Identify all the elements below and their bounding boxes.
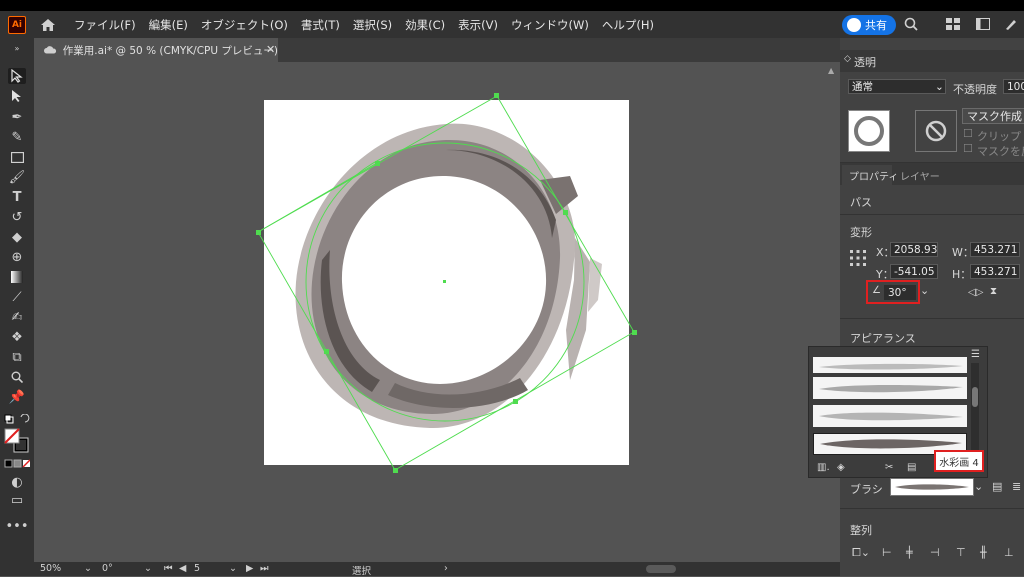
popup-menu-icon[interactable]: ☰ (971, 349, 980, 360)
artwork-canvas[interactable] (0, 0, 840, 576)
align-left-icon[interactable]: ⊢ (882, 546, 892, 559)
vertical-scrollbar[interactable]: ▲ (825, 64, 840, 562)
pen-workspace-icon[interactable] (1004, 18, 1018, 30)
align-vertical-center-icon[interactable]: ╫ (980, 546, 987, 559)
flip-vertical-icon[interactable]: ⧗ (990, 286, 997, 297)
scroll-up-icon[interactable]: ▲ (828, 66, 834, 75)
align-right-icon[interactable]: ⊣ (930, 546, 940, 559)
clip-checkbox[interactable]: ☐ (963, 127, 973, 140)
rotation-value[interactable]: 0° (102, 563, 113, 574)
opacity-input[interactable]: 100 (1003, 79, 1024, 94)
brush-item[interactable] (813, 405, 967, 427)
h-input[interactable]: 453.271 (970, 264, 1020, 279)
angle-dropdown-icon[interactable]: ⌄ (920, 284, 929, 297)
tab-layers[interactable]: レイヤー (900, 168, 940, 183)
first-artboard-icon[interactable]: ⏮ (164, 563, 173, 574)
clip-label: クリップ (977, 130, 1021, 143)
brush-library-icon[interactable]: ▤ (992, 480, 1002, 493)
brush-libraries-icon[interactable]: ▥. (817, 462, 830, 473)
appearance-section-title: アピアランス (850, 332, 916, 345)
zoom-dropdown-icon[interactable]: ⌄ (84, 563, 92, 574)
brush-item[interactable] (813, 357, 967, 373)
opacity-label: 不透明度 (953, 83, 997, 96)
align-section-title: 整列 (850, 524, 872, 537)
user-icon (847, 18, 861, 32)
brush-item[interactable] (813, 377, 967, 399)
right-panel: ◇ 透明 通常 ⌄ 不透明度 100 マスク作成 ☐ クリップ ☐ マスクを反 … (840, 38, 1024, 576)
search-icon[interactable] (904, 17, 918, 31)
artboard-dropdown-icon[interactable]: ⌄ (229, 563, 237, 574)
object-thumbnail[interactable] (848, 110, 890, 152)
next-artboard-icon[interactable]: ▶ (246, 563, 253, 574)
tab-properties[interactable]: プロパティ (842, 165, 898, 185)
transparency-panel-header[interactable]: ◇ 透明 (840, 50, 1024, 72)
w-input[interactable]: 453.271 (970, 242, 1020, 257)
blend-mode-value: 通常 (852, 81, 873, 93)
y-input[interactable]: -541.05 (890, 264, 938, 279)
invert-mask-label: マスクを反 (977, 145, 1024, 158)
align-buttons: ⧠⌄ ⊢ ╪ ⊣ ⊤ ╫ ⊥ (852, 546, 1022, 562)
align-top-icon[interactable]: ⊤ (956, 546, 966, 559)
mask-thumbnail[interactable] (915, 110, 957, 152)
share-button[interactable]: 共有 (842, 15, 896, 35)
popup-scrollbar[interactable] (971, 363, 979, 457)
brush-select[interactable] (890, 478, 974, 496)
brush-options-popup-icon[interactable]: ▤ (907, 462, 916, 473)
arrange-documents-icon[interactable] (946, 18, 960, 30)
make-mask-button[interactable]: マスク作成 (962, 108, 1024, 124)
brush-label: ブラシ (850, 483, 883, 496)
align-to-icon[interactable]: ⧠⌄ (852, 546, 870, 560)
flip-horizontal-icon[interactable]: ◁▷ (968, 287, 983, 298)
invert-mask-checkbox[interactable]: ☐ (963, 142, 973, 155)
h-label: H： (952, 268, 972, 281)
remove-brush-stroke-icon[interactable]: ✂ (885, 462, 893, 473)
reference-point-icon[interactable] (850, 250, 866, 266)
workspace-icon[interactable] (976, 18, 990, 30)
panel-collapse-icon[interactable]: ◇ (844, 54, 851, 64)
last-artboard-icon[interactable]: ⏭ (260, 563, 269, 574)
blend-mode-select[interactable]: 通常 ⌄ (848, 79, 946, 94)
transform-section-title: 変形 (850, 226, 872, 239)
brush-name-tooltip: 水彩画 4 (934, 450, 984, 472)
rotation-dropdown-icon[interactable]: ⌄ (144, 563, 152, 574)
horizontal-scrollbar-thumb[interactable] (646, 565, 676, 573)
zoom-level[interactable]: 50% (40, 563, 61, 574)
align-horizontal-center-icon[interactable]: ╪ (906, 546, 913, 559)
object-type-label: パス (850, 196, 872, 209)
status-bar: 50% ⌄ 0° ⌄ ⏮ ◀ 5 ⌄ ▶ ⏭ 選択 › (34, 562, 840, 577)
no-mask-icon (925, 120, 947, 142)
brush-options-icon[interactable]: ≣ (1012, 480, 1021, 493)
align-bottom-icon[interactable]: ⊥ (1004, 546, 1014, 559)
current-tool-status: 選択 (352, 566, 372, 577)
tab-properties-label: プロパティ (849, 172, 899, 183)
popup-scrollbar-thumb[interactable] (972, 387, 978, 407)
prev-artboard-icon[interactable]: ◀ (179, 563, 186, 574)
artboard-number[interactable]: 5 (194, 563, 200, 574)
brush-library-load-icon[interactable]: ◈ (837, 462, 845, 473)
angle-highlight-box (866, 280, 920, 304)
brush-dropdown-icon[interactable]: ⌄ (974, 480, 983, 493)
status-menu-icon[interactable]: › (444, 563, 448, 574)
transparency-panel-title: 透明 (854, 56, 876, 69)
share-label: 共有 (865, 19, 887, 32)
ink-circle-artwork (295, 123, 602, 429)
x-input[interactable]: 2058.93 (890, 242, 938, 257)
chevron-down-icon: ⌄ (935, 81, 944, 93)
